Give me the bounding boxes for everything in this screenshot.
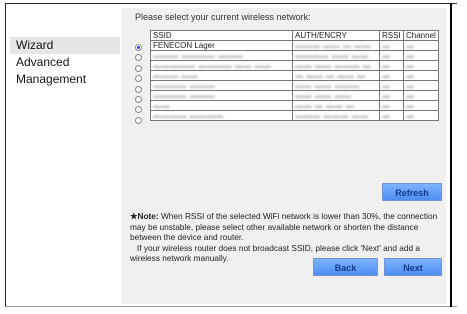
redacted-text: ▬▬▬▬ ▬▬▬▬ — [153, 111, 224, 120]
ssid-cell: ▬▬ — [150, 100, 293, 111]
redacted-text: ▬ — [382, 71, 391, 80]
rssi-cell: ▬ — [379, 40, 404, 51]
redacted-text: ▬▬ ▬▬ ▬▬ — [295, 91, 352, 100]
column-header-ssid: SSID — [150, 30, 293, 41]
network-radio[interactable] — [135, 116, 142, 124]
redacted-text: ▬ — [382, 41, 391, 50]
redacted-text: ▬ — [406, 51, 415, 60]
channel-cell: ▬ — [403, 60, 439, 71]
sidebar-item-wizard[interactable]: Wizard — [10, 37, 120, 54]
redacted-text: ▬ — [382, 101, 391, 110]
auth-cell: ▬▬ ▬▬ ▬▬ — [292, 90, 380, 101]
table-row[interactable]: ▬▬▬▬ ▬▬▬ ▬▬ ▬▬ ▬▬ ▬ ▬ — [150, 90, 439, 101]
rssi-cell: ▬ — [379, 50, 404, 61]
column-header-channel: Channel — [403, 30, 439, 41]
redacted-text: ▬▬ ▬▬ ▬▬▬ — [295, 81, 360, 90]
ssid-cell: ▬▬▬ ▬▬ — [150, 70, 293, 81]
network-radio[interactable] — [135, 106, 142, 114]
channel-cell: ▬ — [403, 40, 439, 51]
channel-cell: ▬ — [403, 50, 439, 61]
network-radio[interactable] — [135, 75, 142, 83]
redacted-text: ▬▬ ▬▬ ▬▬▬ ▬ — [295, 61, 372, 70]
redacted-text: ▬ — [406, 81, 415, 90]
redacted-text: ▬▬ ▬ ▬▬ ▬ — [295, 101, 355, 110]
redacted-text: ▬ — [382, 91, 391, 100]
rssi-cell: ▬ — [379, 70, 404, 81]
table-row[interactable]: FENECON Lager ▬▬▬ ▬▬ ▬ ▬▬ ▬ ▬ — [150, 40, 439, 51]
note-label: Note: — [137, 211, 159, 221]
auth-cell: ▬▬▬▬ ▬▬ ▬▬ — [292, 50, 380, 61]
redacted-text: ▬ — [382, 111, 391, 120]
rssi-cell: ▬ — [379, 110, 404, 121]
auth-cell: ▬▬ ▬▬ ▬▬▬ — [292, 80, 380, 91]
note-text: ★Note: When RSSI of the selected WiFi ne… — [130, 211, 442, 264]
sidebar-item-advanced[interactable]: Advanced — [10, 54, 120, 71]
redacted-text: ▬ — [382, 61, 391, 70]
network-table: SSID AUTH/ENCRY RSSI Channel FENECON Lag… — [150, 30, 439, 121]
note-body: When RSSI of the selected WiFi network i… — [130, 211, 438, 243]
rssi-cell: ▬ — [379, 90, 404, 101]
network-radio[interactable] — [135, 95, 142, 103]
ssid-cell: FENECON Lager — [150, 40, 293, 51]
back-button[interactable]: Back — [313, 258, 378, 276]
channel-cell: ▬ — [403, 90, 439, 101]
rssi-cell: ▬ — [379, 100, 404, 111]
channel-cell: ▬ — [403, 110, 439, 121]
ssid-cell: ▬▬▬▬ ▬▬▬ — [150, 80, 293, 91]
redacted-text: ▬▬▬▬ ▬▬ ▬▬ — [295, 51, 369, 60]
window-right-border — [450, 3, 452, 307]
rssi-cell: ▬ — [379, 60, 404, 71]
column-header-rssi: RSSI — [379, 30, 404, 41]
redacted-text: ▬▬▬▬ ▬▬▬ — [153, 81, 216, 90]
redacted-text: ▬▬▬ ▬▬▬▬ ▬▬▬ — [153, 51, 244, 60]
redacted-text: ▬ — [382, 51, 391, 60]
auth-cell: ▬▬▬ ▬▬ ▬ ▬▬ — [292, 40, 380, 51]
refresh-button[interactable]: Refresh — [382, 183, 442, 201]
auth-cell: ▬▬▬ ▬▬▬ ▬▬ — [292, 110, 380, 121]
sidebar: Wizard Advanced Management — [10, 37, 120, 88]
auth-cell: ▬▬ ▬ ▬▬ ▬ — [292, 100, 380, 111]
page-title: Please select your current wireless netw… — [135, 12, 311, 22]
redacted-text: ▬ — [406, 41, 415, 50]
table-row[interactable]: ▬▬ ▬▬ ▬ ▬▬ ▬ ▬ ▬ — [150, 100, 439, 111]
ssid-cell: ▬▬▬▬▬ ▬▬▬▬ ▬▬ ▬▬ — [150, 60, 293, 71]
network-radio[interactable] — [135, 85, 142, 93]
channel-cell: ▬ — [403, 80, 439, 91]
next-button[interactable]: Next — [384, 258, 442, 276]
auth-cell: ▬▬ ▬▬ ▬▬▬ ▬ — [292, 60, 380, 71]
redacted-text: ▬ — [382, 81, 391, 90]
channel-cell: ▬ — [403, 100, 439, 111]
main-panel: Please select your current wireless netw… — [121, 8, 446, 304]
redacted-text: ▬ — [406, 101, 415, 110]
redacted-text: ▬▬▬ ▬▬ ▬ ▬▬ — [295, 41, 372, 50]
redacted-text: ▬ — [406, 71, 415, 80]
ssid-cell: ▬▬▬▬ ▬▬▬▬ — [150, 110, 293, 121]
table-row[interactable]: ▬▬▬▬ ▬▬▬ ▬▬ ▬▬ ▬▬▬ ▬ ▬ — [150, 80, 439, 91]
table-row[interactable]: ▬▬▬ ▬▬▬▬ ▬▬▬ ▬▬▬▬ ▬▬ ▬▬ ▬ ▬ — [150, 50, 439, 61]
table-row[interactable]: ▬▬▬▬▬ ▬▬▬▬ ▬▬ ▬▬ ▬▬ ▬▬ ▬▬▬ ▬ ▬ ▬ — [150, 60, 439, 71]
redacted-text: ▬ — [406, 111, 415, 120]
network-radio[interactable] — [135, 54, 142, 62]
network-radio[interactable] — [135, 64, 142, 72]
redacted-text: ▬▬▬ ▬▬▬ ▬▬ — [295, 111, 369, 120]
redacted-text: ▬▬▬▬ ▬▬▬ — [153, 91, 216, 100]
network-radio[interactable] — [135, 44, 142, 51]
table-row[interactable]: ▬▬▬ ▬▬ ▬ ▬▬ ▬ ▬▬ ▬ ▬ ▬ — [150, 70, 439, 81]
channel-cell: ▬ — [403, 70, 439, 81]
ssid-cell: ▬▬▬ ▬▬▬▬ ▬▬▬ — [150, 50, 293, 61]
rssi-cell: ▬ — [379, 80, 404, 91]
column-header-auth: AUTH/ENCRY — [292, 30, 380, 41]
network-radio-group — [135, 44, 142, 127]
sidebar-item-management[interactable]: Management — [10, 71, 120, 88]
table-row[interactable]: ▬▬▬▬ ▬▬▬▬ ▬▬▬ ▬▬▬ ▬▬ ▬ ▬ — [150, 110, 439, 121]
redacted-text: ▬ — [406, 61, 415, 70]
redacted-text: ▬▬ — [153, 101, 170, 110]
redacted-text: ▬ ▬▬ ▬ ▬▬ ▬ — [295, 71, 366, 80]
auth-cell: ▬ ▬▬ ▬ ▬▬ ▬ — [292, 70, 380, 81]
table-header-row: SSID AUTH/ENCRY RSSI Channel — [150, 30, 439, 41]
ssid-cell: ▬▬▬▬ ▬▬▬ — [150, 90, 293, 101]
redacted-text: ▬▬▬▬▬ ▬▬▬▬ ▬▬ ▬▬ — [153, 61, 272, 70]
redacted-text: ▬▬▬ ▬▬ — [153, 71, 199, 80]
redacted-text: ▬ — [406, 91, 415, 100]
